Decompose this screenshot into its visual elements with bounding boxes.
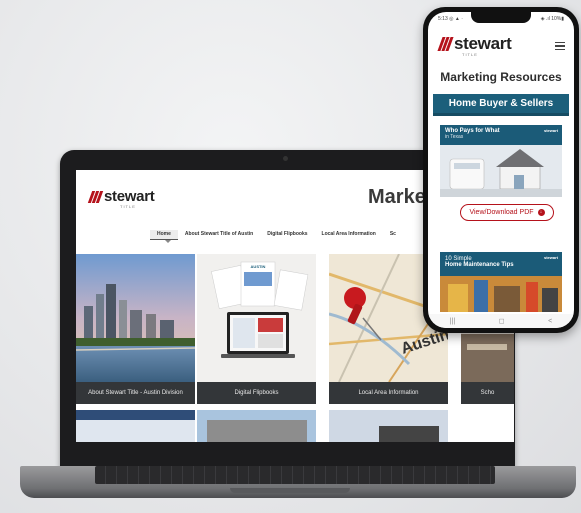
resource-card-who-pays[interactable]: Who Pays for What in Texas stewart	[440, 125, 562, 197]
download-icon: ↓	[537, 209, 545, 216]
nav-flipbooks[interactable]: Digital Flipbooks	[260, 230, 314, 240]
laptop-notch	[230, 488, 350, 493]
chevron-down-icon	[165, 240, 171, 243]
stewart-logo[interactable]: stewart	[87, 188, 155, 205]
recent-apps-icon[interactable]: |||	[450, 318, 455, 325]
tile-caption: About Stewart Title - Austin Division	[76, 382, 195, 404]
card-header: Who Pays for What in Texas stewart	[440, 125, 562, 145]
home-icon[interactable]: ◻	[499, 317, 505, 325]
section-banner: Home Buyer & Sellers	[433, 94, 569, 116]
card-subtitle: in Texas	[445, 134, 464, 140]
tile-row2-2[interactable]	[197, 410, 316, 442]
phone-notch	[471, 12, 531, 23]
logo-subtitle: TITLE	[462, 52, 478, 57]
camera-icon	[283, 156, 288, 161]
card-subtitle: Home Maintenance Tips	[445, 262, 514, 268]
tile-caption: Scho	[461, 382, 514, 404]
tile-caption: Local Area Information	[329, 382, 448, 404]
stewart-logo-mark-icon	[437, 37, 454, 51]
back-icon[interactable]: <	[548, 318, 552, 325]
nav-schools[interactable]: Sc	[383, 230, 403, 240]
nav-local-area[interactable]: Local Area Information	[315, 230, 383, 240]
card-brand: stewart	[543, 255, 558, 260]
tile-row2-3[interactable]	[329, 410, 448, 442]
status-right: ◈ .ıl 10%▮	[540, 16, 564, 22]
flipbook-laptop-image: AUSTIN	[197, 254, 316, 382]
android-nav-bar: ||| ◻ <	[428, 314, 574, 328]
card-header: 10 Simple Home Maintenance Tips stewart	[440, 252, 562, 276]
view-download-pdf-button[interactable]: View/Download PDF ↓	[460, 204, 554, 221]
hamburger-menu-icon[interactable]	[555, 42, 565, 50]
pdf-button-label: View/Download PDF	[469, 209, 534, 216]
tile-about[interactable]: About Stewart Title - Austin Division	[76, 254, 195, 404]
austin-skyline-image	[76, 254, 195, 382]
tile-caption: Digital Flipbooks	[197, 382, 316, 404]
logo-wordmark: stewart	[104, 188, 155, 205]
resource-card-maintenance[interactable]: 10 Simple Home Maintenance Tips stewart	[440, 252, 562, 312]
nav-about[interactable]: About Stewart Title of Austin	[178, 230, 260, 240]
tile-row2-1[interactable]	[76, 410, 195, 442]
logo-subtitle: TITLE	[120, 204, 136, 209]
nav-home[interactable]: Home	[150, 230, 178, 240]
house-calculator-image	[440, 145, 562, 197]
phone-screen: 5:13 ◎ ▲ · ◈ .ıl 10%▮ stewart TITLE Mark…	[428, 12, 574, 328]
phone-stewart-logo[interactable]: stewart	[437, 34, 512, 54]
status-left: 5:13 ◎ ▲ ·	[438, 16, 463, 22]
flipbook-cover-text: AUSTIN	[251, 264, 266, 269]
phone-page-title: Marketing Resources	[440, 70, 562, 84]
card-brand: stewart	[543, 128, 558, 133]
tools-image	[440, 276, 562, 312]
stewart-logo-mark-icon	[87, 190, 104, 203]
tile-flipbooks[interactable]: AUSTIN Digital Flipbooks	[197, 254, 316, 404]
logo-wordmark: stewart	[454, 34, 512, 53]
laptop-keyboard	[95, 466, 495, 484]
